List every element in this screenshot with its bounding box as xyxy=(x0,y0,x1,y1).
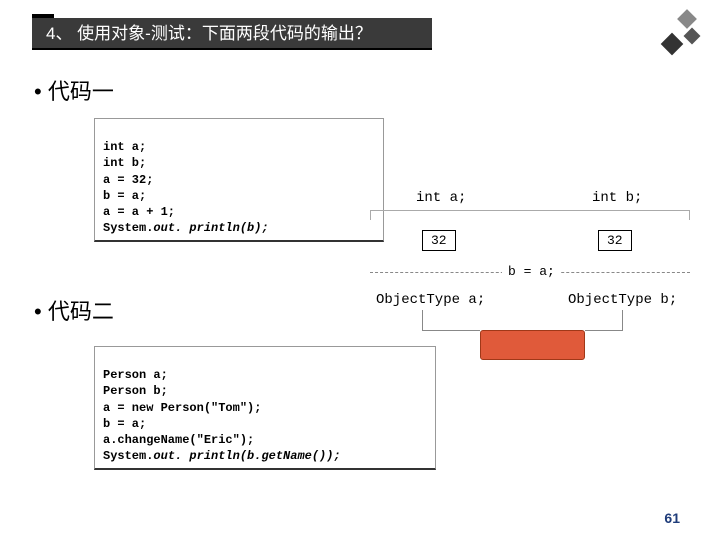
diagram-value-a: 32 xyxy=(422,230,456,251)
page-number: 61 xyxy=(664,510,680,526)
code-line: System.out. println(b); xyxy=(103,221,269,235)
bullet-code-two: • 代码二 xyxy=(34,294,114,326)
diagram-mid-label: b = a; xyxy=(502,264,561,279)
code-line: a = new Person("Tom"); xyxy=(103,401,261,415)
code-line: Person b; xyxy=(103,384,168,398)
diagram-int-b: int b; xyxy=(592,190,642,206)
code-line: a = 32; xyxy=(103,173,153,187)
code-line: System.out. println(b.getName()); xyxy=(103,449,341,463)
corner-decoration xyxy=(650,8,700,58)
diagram-value-b: 32 xyxy=(598,230,632,251)
bullet-code-one: • 代码一 xyxy=(34,74,114,106)
diagram-int-a: int a; xyxy=(416,190,466,206)
code-line: a = a + 1; xyxy=(103,205,175,219)
code-line: b = a; xyxy=(103,189,146,203)
slide-title: 4、 使用对象-测试：下面两段代码的输出？ xyxy=(32,18,432,50)
diagram-object-box xyxy=(480,330,585,360)
diagram-obj-b: ObjectType b; xyxy=(568,292,677,308)
code-line: int b; xyxy=(103,156,146,170)
code-block-one: int a; int b; a = 32; b = a; a = a + 1; … xyxy=(94,118,384,242)
code-line: Person a; xyxy=(103,368,168,382)
code-line: b = a; xyxy=(103,417,146,431)
code-line: a.changeName("Eric"); xyxy=(103,433,254,447)
memory-diagram: int a; int b; 32 32 b = a; ObjectType a;… xyxy=(360,170,700,370)
diagram-obj-a: ObjectType a; xyxy=(376,292,485,308)
code-line: int a; xyxy=(103,140,146,154)
title-underline xyxy=(32,48,432,50)
